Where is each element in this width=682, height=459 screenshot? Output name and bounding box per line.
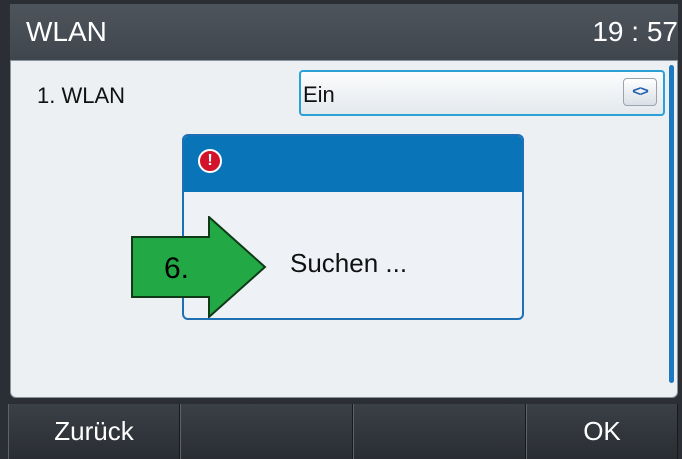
chevron-left-right-icon[interactable]: <>: [623, 78, 657, 106]
softkey-back-button[interactable]: Zurück: [8, 404, 180, 459]
alert-icon: !: [198, 149, 222, 173]
step-label: 6.: [164, 252, 190, 285]
clock: 19 : 57: [592, 16, 678, 47]
softkey-bar: Zurück OK: [0, 404, 682, 459]
step-arrow: 6.: [131, 214, 271, 320]
page-title: WLAN: [26, 16, 107, 47]
wlan-select[interactable]: Ein <>: [299, 70, 665, 116]
title-bar: WLAN 19 : 57: [10, 4, 678, 60]
wlan-select-value: Ein: [303, 82, 335, 107]
scrollbar[interactable]: [669, 65, 674, 383]
wlan-row-label: 1. WLAN: [37, 83, 126, 108]
softkey-2-button[interactable]: [180, 404, 353, 459]
dialog-header: !: [184, 136, 522, 192]
softkey-ok-button[interactable]: OK: [526, 404, 678, 459]
arrow-right-icon: [131, 214, 267, 320]
dialog-message: Suchen ...: [290, 248, 408, 278]
phone-screen: WLAN 19 : 57 1. WLAN Ein <> ! Suchen ...…: [0, 0, 682, 459]
softkey-3-button[interactable]: [353, 404, 526, 459]
